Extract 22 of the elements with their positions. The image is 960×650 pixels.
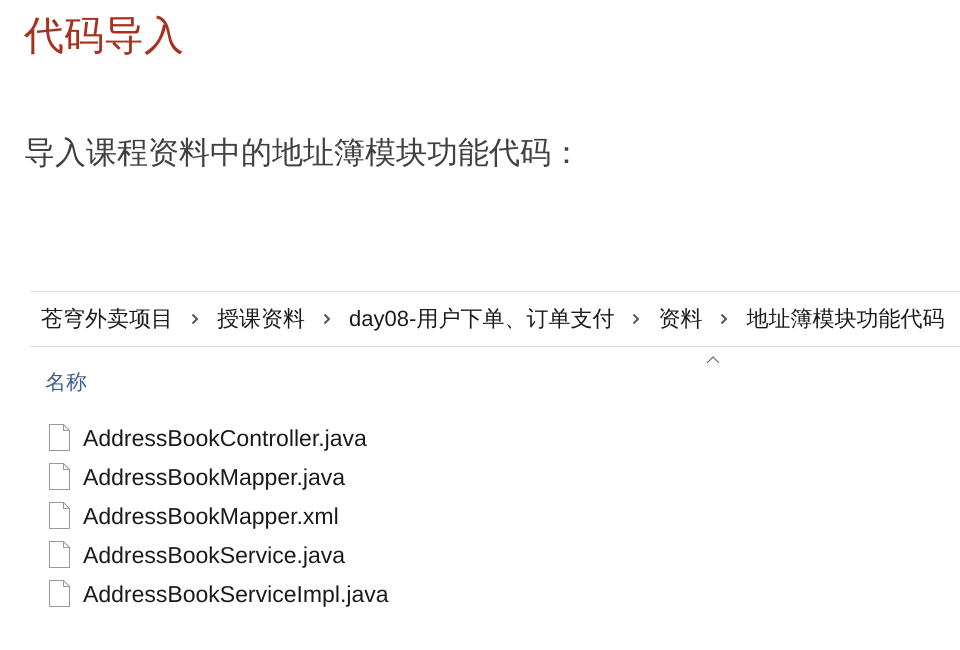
breadcrumb-item[interactable]: 资料 [658,304,702,334]
slide-title: 代码导入 [24,13,184,60]
file-name[interactable]: AddressBookMapper.java [83,462,346,492]
slide-subtitle: 导入课程资料中的地址簿模块功能代码： [24,134,582,172]
breadcrumb-item[interactable]: day08-用户下单、订单支付 [349,304,614,334]
chevron-right-icon [632,313,640,325]
chevron-right-icon [720,313,728,325]
breadcrumb-item[interactable]: 苍穹外卖项目 [41,304,173,334]
chevron-right-icon [323,313,331,325]
file-icon [49,580,70,607]
file-icon [49,541,70,568]
breadcrumb-item[interactable]: 地址簿模块功能代码 [746,304,944,334]
file-name[interactable]: AddressBookServiceImpl.java [83,578,389,608]
file-name[interactable]: AddressBookMapper.xml [83,500,339,530]
file-icon [49,424,70,451]
breadcrumb-item[interactable]: 授课资料 [217,304,305,334]
file-name[interactable]: AddressBookService.java [83,540,346,570]
file-icon [49,463,70,490]
file-name[interactable]: AddressBookController.java [83,422,367,452]
column-header[interactable]: 名称 [45,369,87,397]
file-icon [49,502,70,529]
chevron-right-icon [191,313,199,325]
